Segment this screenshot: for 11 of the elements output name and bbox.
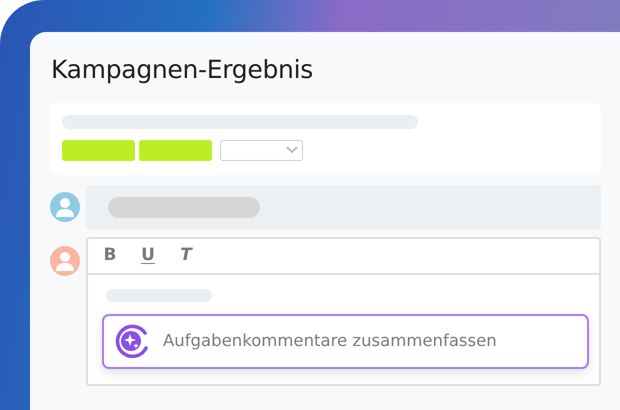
suggestion-button[interactable]: Aufgabenkommentare zusammenfassen (102, 314, 589, 368)
format-button[interactable]: T (178, 247, 194, 264)
format-button[interactable]: U (140, 247, 156, 264)
user-icon (56, 197, 74, 217)
dropdown[interactable] (220, 140, 303, 160)
sparkle-icon (115, 324, 149, 358)
comment-editor[interactable]: B U T Aufgabenkommentare zusammenfassen (86, 236, 601, 386)
page-title: Kampagnen-Ergebnis (51, 54, 314, 86)
user-icon (56, 250, 74, 270)
chevron-icon (286, 146, 298, 154)
format-button[interactable]: B (102, 247, 118, 264)
